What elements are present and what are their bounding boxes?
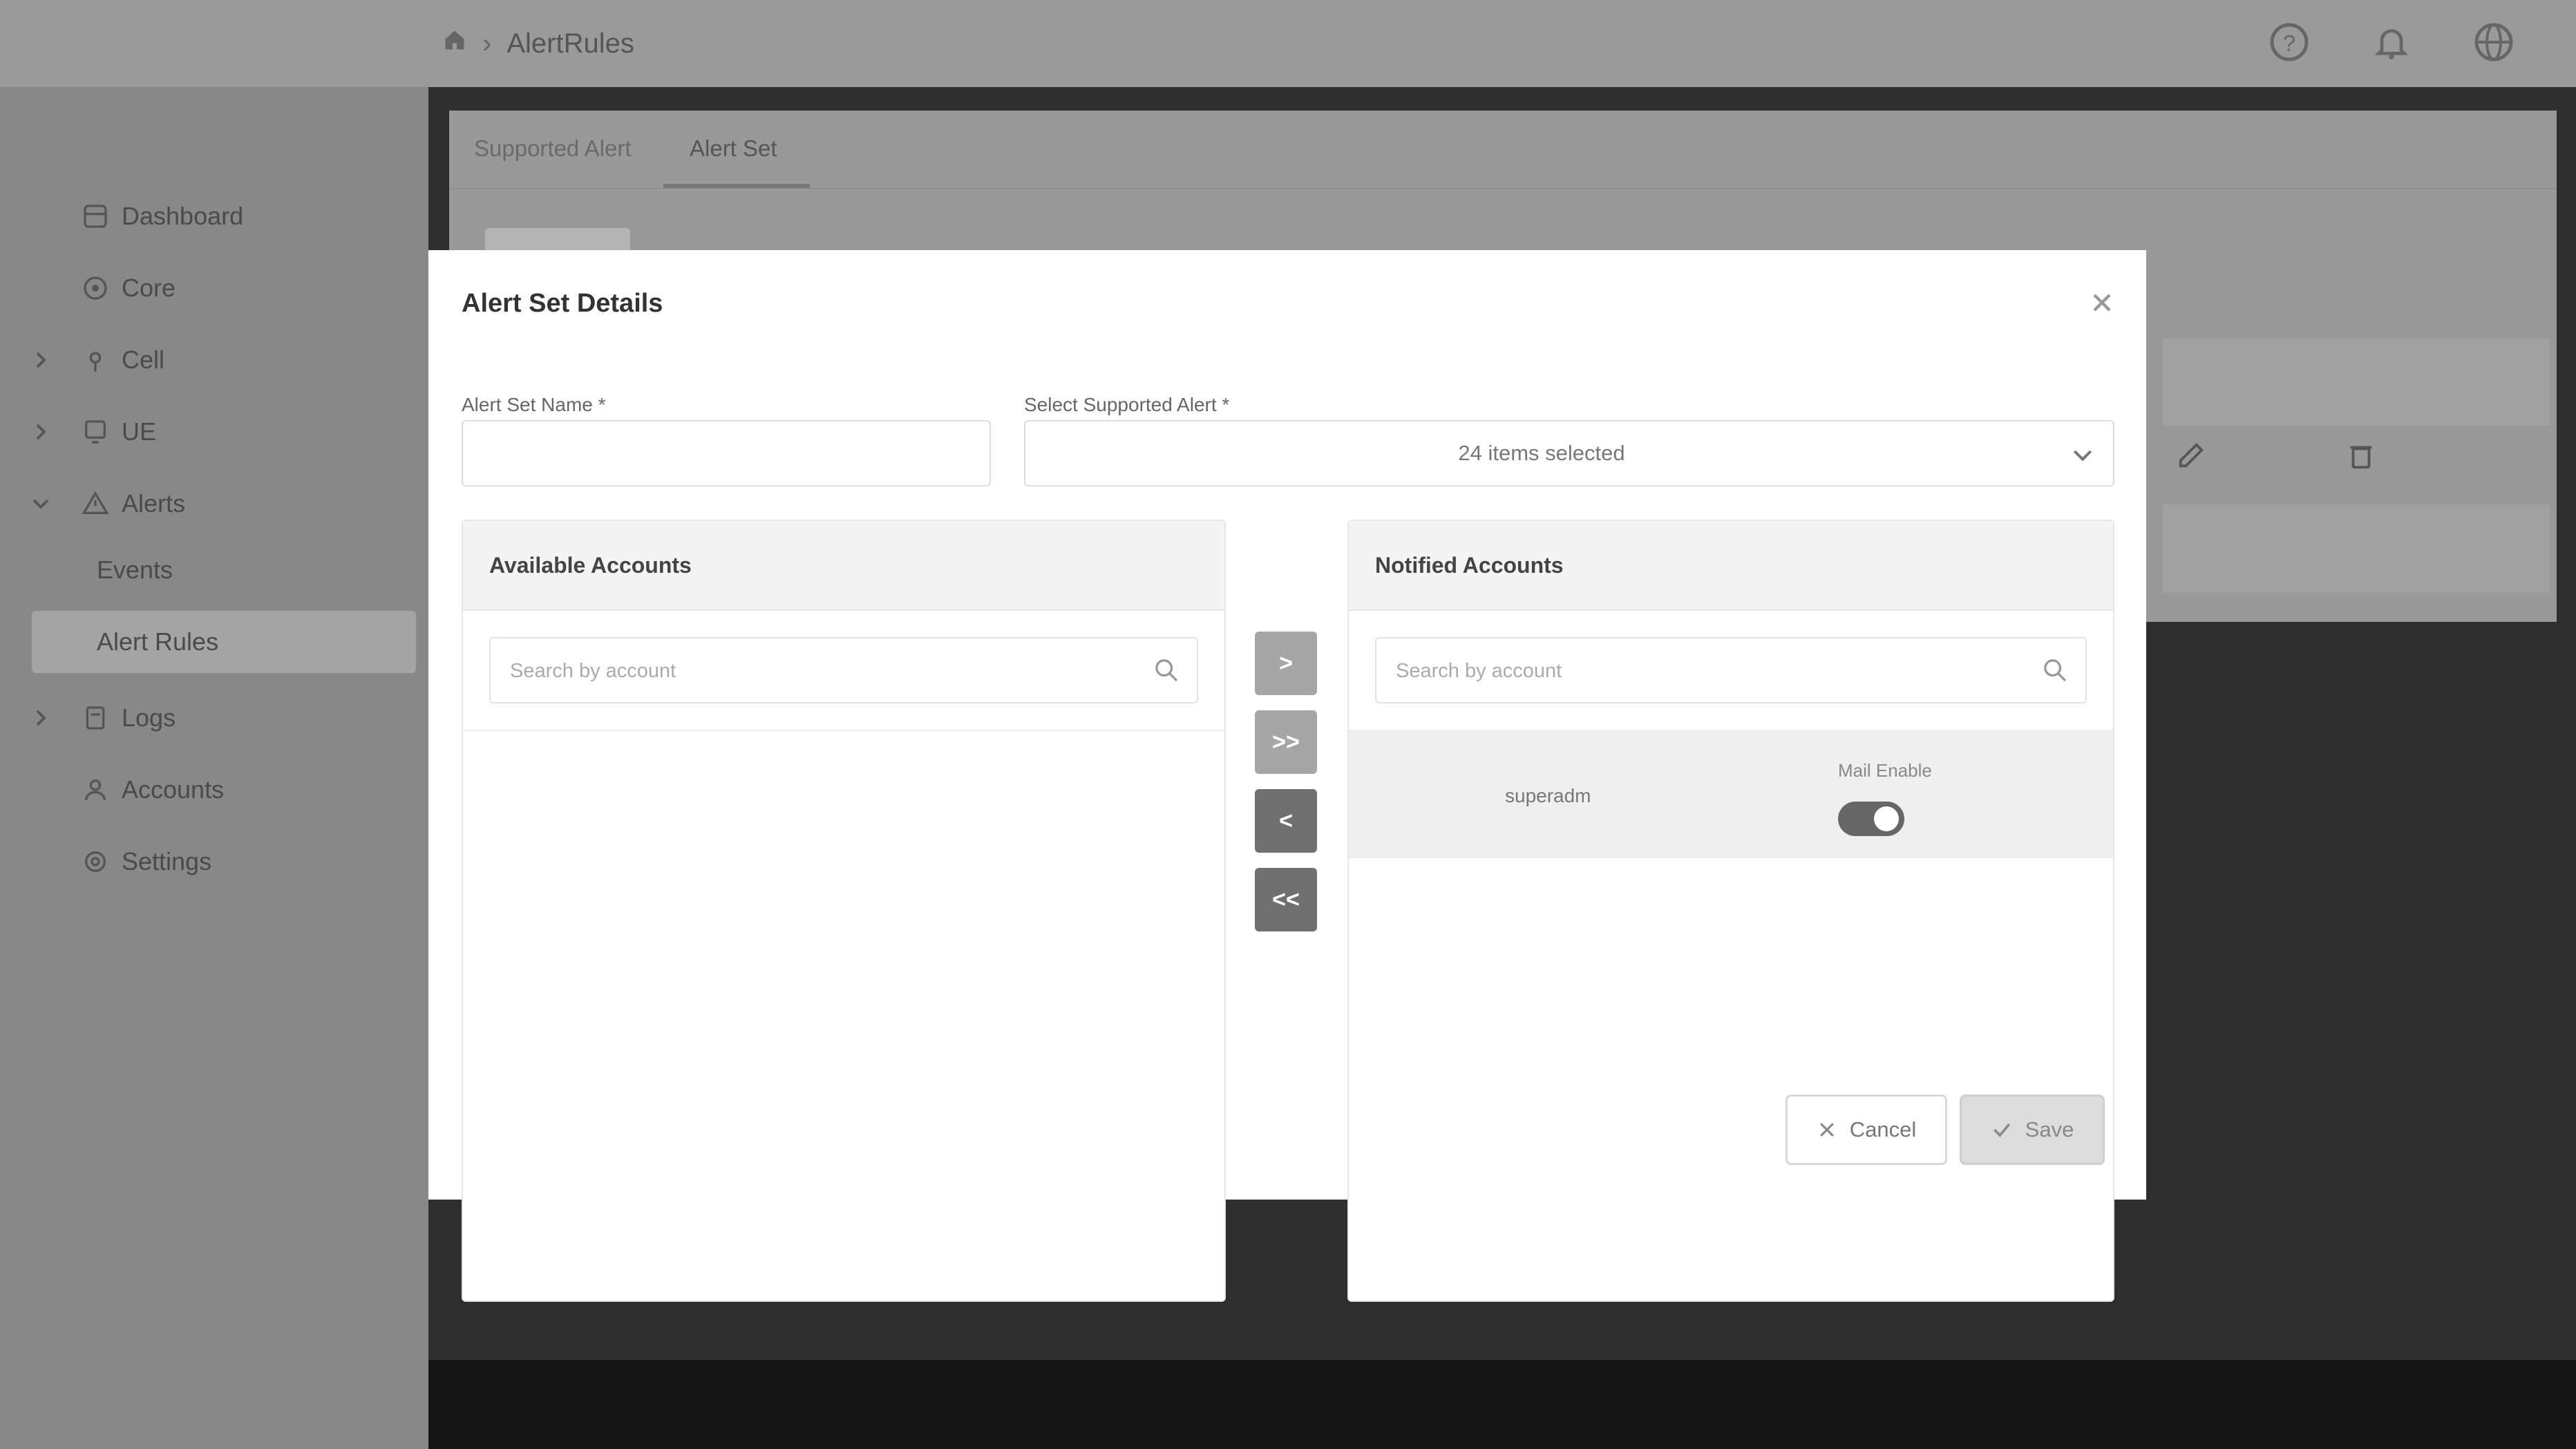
sidebar-item-label: Alerts <box>122 489 186 518</box>
sidebar-item-events[interactable]: Events <box>0 539 428 601</box>
save-label: Save <box>2025 1117 2074 1142</box>
core-icon <box>84 276 107 300</box>
account-name: superadm <box>1505 785 1591 806</box>
available-accounts-panel: Available Accounts <box>462 520 1226 1302</box>
notified-accounts-panel: Notified Accounts superadm Mail Enable <box>1347 520 2114 1302</box>
table-row <box>2163 504 2550 593</box>
home-icon[interactable] <box>442 28 467 59</box>
breadcrumb-separator: › <box>482 28 492 59</box>
close-icon <box>1819 1123 1834 1137</box>
supported-alert-value: 24 items selected <box>1458 441 1625 465</box>
sidebar-item-label: Cell <box>122 345 165 374</box>
help-icon[interactable]: ? <box>2268 21 2311 64</box>
tab-bar: Supported Alert Alert Set <box>449 111 2557 189</box>
mail-enable-toggle[interactable] <box>1838 802 1904 836</box>
table-header <box>2163 339 2550 426</box>
supported-alert-label: Select Supported Alert * <box>1024 394 1230 415</box>
delete-icon[interactable] <box>2345 439 2377 471</box>
chevron-down-icon <box>2073 450 2092 462</box>
supported-alert-select[interactable]: 24 items selected <box>1024 420 2114 486</box>
globe-icon[interactable] <box>2472 21 2515 64</box>
close-icon[interactable] <box>2087 287 2117 318</box>
alert-set-name-label: Alert Set Name * <box>462 394 606 415</box>
search-icon[interactable] <box>1153 656 1180 684</box>
sidebar-item-label: Settings <box>122 847 212 875</box>
sidebar-item-label: Alert Rules <box>97 627 219 656</box>
breadcrumb: › AlertRules <box>442 25 634 62</box>
move-left-button[interactable]: < <box>1255 789 1317 853</box>
notified-accounts-search[interactable] <box>1375 637 2087 703</box>
available-accounts-header: Available Accounts <box>463 521 1224 611</box>
sidebar-item-label: Logs <box>122 703 176 732</box>
sidebar-item-cell[interactable]: Cell <box>0 329 428 391</box>
sidebar-item-label: Core <box>122 274 176 302</box>
bell-icon[interactable] <box>2370 21 2413 64</box>
active-tab-indicator <box>663 184 810 188</box>
svg-text:?: ? <box>2283 31 2295 56</box>
chevron-right-icon <box>36 710 46 726</box>
sidebar-item-accounts[interactable]: Accounts <box>0 759 428 821</box>
tab-alert-set[interactable]: Alert Set <box>690 135 777 162</box>
accounts-icon <box>85 779 106 801</box>
alert-set-details-modal: Alert Set Details Alert Set Name * Selec… <box>428 250 2146 1302</box>
chevron-right-icon <box>36 352 46 368</box>
sidebar-item-core[interactable]: Core <box>0 257 428 319</box>
move-right-button[interactable]: > <box>1255 632 1317 695</box>
edit-icon[interactable] <box>2175 439 2207 471</box>
logs-icon <box>86 706 105 730</box>
top-header: › AlertRules ? <box>0 0 2576 87</box>
notified-search-input[interactable] <box>1394 638 1964 703</box>
mail-enable-label: Mail Enable <box>1838 760 1932 781</box>
footer-strip <box>428 1360 2576 1449</box>
cancel-button[interactable]: Cancel <box>1786 1095 1947 1165</box>
sidebar-item-label: Accounts <box>122 775 225 804</box>
chevron-right-icon <box>36 424 46 440</box>
cell-icon <box>89 352 102 372</box>
sidebar-item-logs[interactable]: Logs <box>0 687 428 749</box>
available-accounts-search[interactable] <box>489 637 1198 703</box>
notified-accounts-title: Notified Accounts <box>1375 553 1564 578</box>
modal-title: Alert Set Details <box>462 289 663 318</box>
save-button[interactable]: Save <box>1960 1095 2105 1165</box>
sidebar-item-label: Dashboard <box>122 202 244 230</box>
toggle-knob <box>1874 806 1899 831</box>
move-all-right-button[interactable]: >> <box>1255 710 1317 774</box>
move-all-left-button[interactable]: << <box>1255 868 1317 931</box>
sidebar-item-settings[interactable]: Settings <box>0 831 428 893</box>
ue-icon <box>85 420 106 444</box>
alert-set-name-input[interactable] <box>462 420 991 486</box>
available-accounts-title: Available Accounts <box>489 553 692 578</box>
sidebar-item-alerts[interactable]: Alerts <box>0 473 428 535</box>
cancel-label: Cancel <box>1849 1117 1917 1142</box>
dashboard-icon <box>84 205 107 228</box>
sidebar-item-label: Events <box>97 556 173 584</box>
sidebar-item-alert-rules[interactable]: Alert Rules <box>32 611 416 673</box>
notified-accounts-header: Notified Accounts <box>1349 521 2113 611</box>
chevron-down-icon <box>32 499 49 509</box>
breadcrumb-current: AlertRules <box>506 28 634 59</box>
sidebar-item-label: UE <box>122 417 157 446</box>
alert-icon <box>82 491 109 514</box>
list-divider <box>463 730 1224 731</box>
available-search-input[interactable] <box>509 638 1077 703</box>
list-item[interactable]: superadm Mail Enable <box>1349 730 2113 858</box>
search-icon[interactable] <box>2041 656 2069 684</box>
settings-icon <box>85 851 106 872</box>
sidebar-item-ue[interactable]: UE <box>0 401 428 463</box>
sidebar-item-dashboard[interactable]: Dashboard <box>0 185 428 247</box>
tab-supported-alert[interactable]: Supported Alert <box>474 135 632 162</box>
sidebar: Dashboard Core Cell UE Alerts Events Ale… <box>0 87 428 1449</box>
check-icon <box>1993 1123 2010 1137</box>
